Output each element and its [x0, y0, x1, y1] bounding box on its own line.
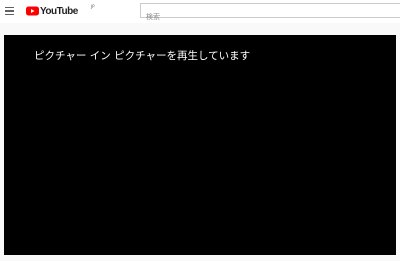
search-box[interactable]: [140, 3, 400, 24]
search-input[interactable]: [141, 10, 400, 24]
hamburger-menu-icon[interactable]: [3, 4, 17, 18]
masthead: YouTube JP: [0, 0, 400, 24]
pip-status-message: ピクチャー イン ピクチャーを再生しています: [34, 50, 251, 62]
youtube-logo[interactable]: YouTube JP: [26, 4, 95, 18]
video-player[interactable]: ピクチャー イン ピクチャーを再生しています: [4, 35, 396, 255]
youtube-play-icon: [26, 6, 39, 16]
logo-region-label: JP: [91, 4, 95, 9]
logo-wordmark: YouTube: [40, 5, 78, 17]
